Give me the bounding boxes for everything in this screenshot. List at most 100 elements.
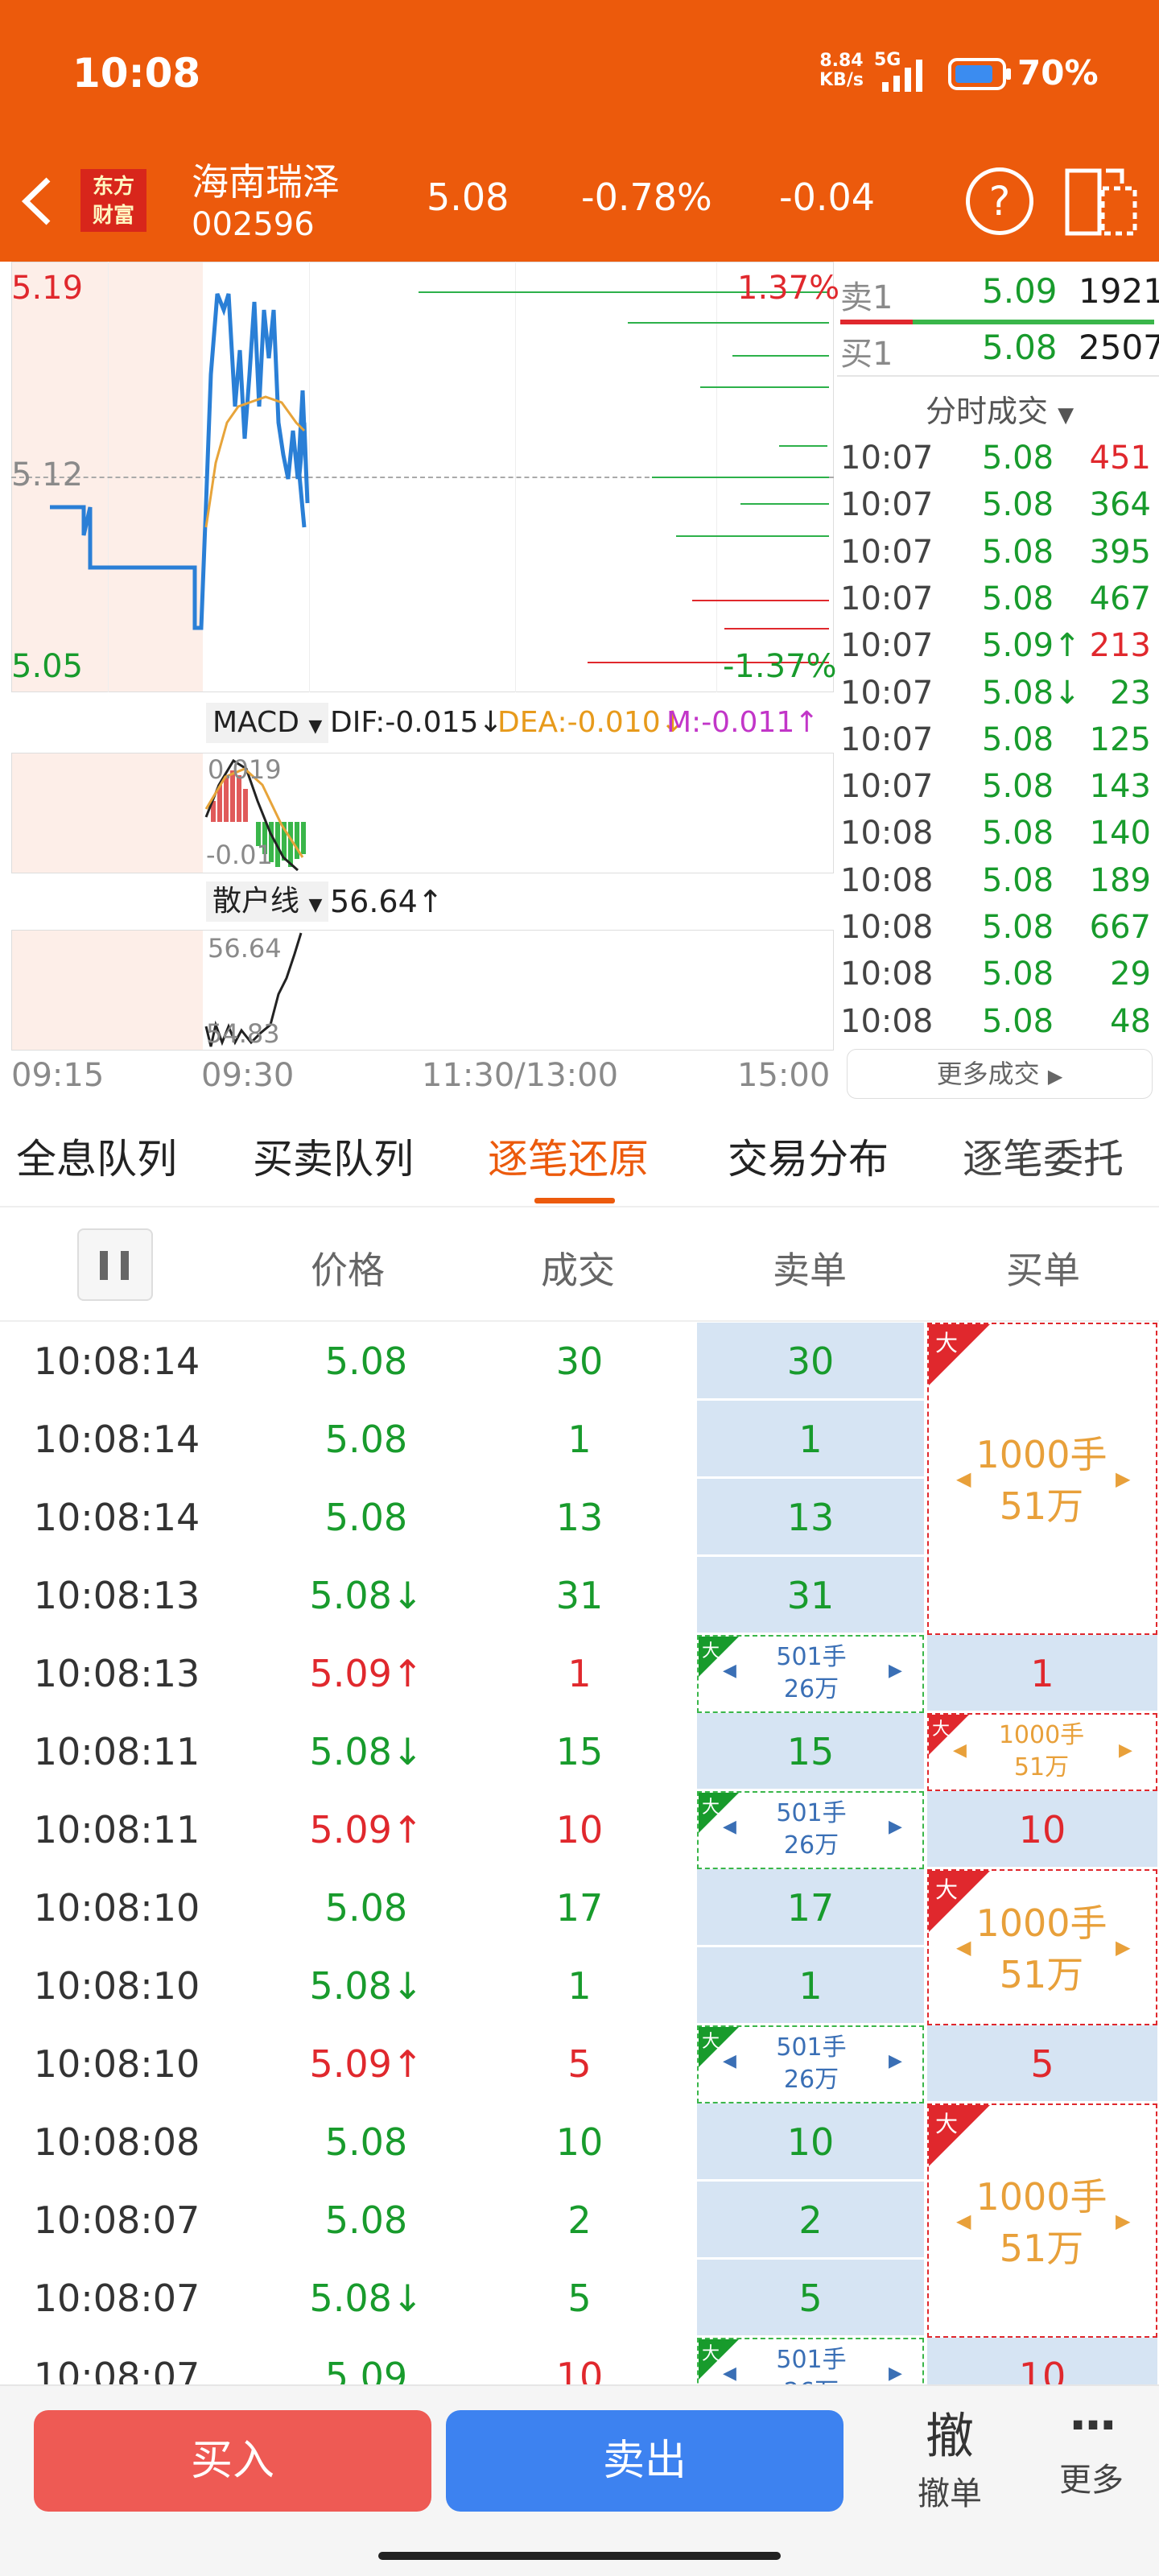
- sell-order-cell[interactable]: 13: [697, 1479, 924, 1557]
- pause-button[interactable]: [77, 1228, 153, 1301]
- sell-order-cell[interactable]: 30: [697, 1323, 924, 1401]
- table-row: 10:08:10 5.09↑ 5 大 ◀ 501手 26万 ▶ 5: [0, 2025, 1159, 2103]
- more-button[interactable]: ··· 更多: [1043, 2397, 1140, 2500]
- chevron-left-icon: ◀: [723, 2363, 736, 2384]
- macd-selector[interactable]: MACD ▼: [206, 703, 329, 743]
- trade-price: 5.09: [324, 2355, 408, 2385]
- chevron-right-icon: ▶: [1119, 1740, 1132, 1761]
- chevron-right-icon: ▶: [1047, 1065, 1063, 1088]
- tab-bid-ask-queue[interactable]: 买卖队列: [253, 1127, 414, 1191]
- big-sell-order[interactable]: 大◀501手26万▶: [697, 1635, 924, 1713]
- trade-time: 10:08:10: [33, 2042, 200, 2086]
- sell-button[interactable]: 卖出: [446, 2410, 843, 2512]
- layout-switch-icon[interactable]: [1064, 164, 1138, 240]
- trade-table: 10:08:14 5.08 30 30 10:08:14 5.08 1 1 10:08:14 5.…: [0, 1323, 1159, 2385]
- table-header: 价格 成交 卖单 买单: [0, 1209, 1159, 1322]
- sell-order-cell[interactable]: 15: [697, 1713, 924, 1791]
- tick-row: 10:07 5.08 395: [837, 529, 1159, 576]
- signal-icon: [881, 58, 932, 97]
- big-buy-order[interactable]: 大 ◀ 1000手 51万 ▶: [927, 2103, 1157, 2338]
- sell-order-volume: 1: [798, 1964, 823, 2008]
- tick-price: 5.08: [982, 909, 1054, 946]
- big-buy-order-compact[interactable]: 大 ◀ 1000手 51万 ▶: [927, 1713, 1157, 1791]
- big-sell-amount: 26万: [783, 2066, 839, 2094]
- tick-time: 10:08: [840, 909, 934, 946]
- big-buy-order-text: 1000手 51万: [969, 2171, 1114, 2274]
- big-sell-order-text: 501手 26万: [739, 2032, 884, 2096]
- buy-order-cell[interactable]: 10: [927, 2338, 1157, 2385]
- tick-volume: 23: [1110, 674, 1151, 712]
- trade-volume: 15: [555, 1730, 604, 1773]
- chevron-right-icon: ▶: [1116, 1468, 1131, 1490]
- buy-order-cell[interactable]: 5: [927, 2025, 1157, 2103]
- m-value: M:-0.011↑: [666, 706, 819, 739]
- sell-order-cell[interactable]: 1: [697, 1947, 924, 2025]
- big-sell-order[interactable]: 大◀501手26万▶: [697, 2025, 924, 2103]
- sell-order-cell[interactable]: 17: [697, 1869, 924, 1947]
- tick-row: 10:07 5.08 364: [837, 481, 1159, 528]
- big-buy-order[interactable]: 大 ◀ 1000手 51万 ▶: [927, 1869, 1157, 2025]
- big-flag-label: 大: [935, 1876, 959, 1903]
- buy-order-cell[interactable]: 1: [927, 1635, 1157, 1713]
- sell-order-cell[interactable]: 1: [697, 1401, 924, 1479]
- more-ticks-button[interactable]: 更多成交 ▶: [847, 1049, 1153, 1099]
- order-book: 卖1 5.09 1921 买1 5.08 2507: [837, 262, 1159, 374]
- macd-selector-label: MACD: [212, 706, 299, 739]
- big-buy-lots: 1000手: [975, 1433, 1107, 1476]
- macd-histogram: [204, 758, 306, 872]
- tab-trade-distribution[interactable]: 交易分布: [728, 1127, 889, 1191]
- trade-volume: 10: [555, 1808, 604, 1852]
- tick-row: 10:07 5.08 125: [837, 716, 1159, 763]
- trade-volume: 31: [555, 1574, 604, 1617]
- tab-full-queue[interactable]: 全息队列: [16, 1127, 177, 1191]
- big-flag-label: 大: [702, 2344, 720, 2364]
- retail-high-label: 56.64: [208, 933, 282, 964]
- chevron-right-icon: ▶: [889, 1817, 902, 1837]
- cancel-order-button[interactable]: 撤 撤单: [901, 2397, 998, 2514]
- more-icon: ···: [1068, 2397, 1117, 2454]
- tick-price: 5.08: [982, 861, 1054, 899]
- buy-order-cell[interactable]: 10: [927, 1791, 1157, 1869]
- trade-price: 5.08↓: [309, 1964, 423, 2008]
- price-line: [50, 293, 310, 630]
- tab-tick-orders[interactable]: 逐笔委托: [963, 1127, 1124, 1191]
- big-sell-order[interactable]: 大◀501手26万▶: [697, 1791, 924, 1869]
- question-icon[interactable]: ?: [966, 167, 1033, 235]
- retail-selector[interactable]: 散户线 ▼: [206, 881, 329, 922]
- tick-volume: 667: [1089, 909, 1151, 946]
- tick-time: 10:07: [840, 627, 934, 665]
- big-sell-order[interactable]: 大◀501手26万▶: [697, 2338, 924, 2385]
- tick-time: 10:07: [840, 768, 934, 806]
- buy-button[interactable]: 买入: [34, 2410, 431, 2512]
- big-buy-amount: 51万: [999, 2226, 1084, 2270]
- trade-time: 10:08:08: [33, 2120, 200, 2164]
- tick-volume: 29: [1110, 956, 1151, 993]
- chevron-left-icon: ◀: [723, 1661, 736, 1681]
- big-buy-order[interactable]: 大 ◀ 1000手 51万 ▶: [927, 1323, 1157, 1635]
- sell-order-volume: 30: [786, 1340, 835, 1383]
- tick-time: 10:08: [840, 1002, 934, 1040]
- tick-row: 10:07 5.08 467: [837, 576, 1159, 622]
- big-buy-order-text: 1000手 51万: [969, 1429, 1114, 1532]
- tick-volume: 451: [1089, 440, 1151, 477]
- trade-volume: 17: [555, 1886, 604, 1930]
- back-icon[interactable]: [18, 173, 58, 233]
- intraday-chart[interactable]: 5.19 5.12 5.05 1.37% -1.37% MACD ▼ DIF:-…: [0, 262, 839, 1107]
- home-indicator: [378, 2552, 781, 2560]
- trade-time: 10:08:14: [33, 1496, 200, 1539]
- ticks-title[interactable]: 分时成交 ▼: [926, 386, 1074, 431]
- big-sell-lots: 501手: [776, 2346, 847, 2374]
- time-label-start: 09:15: [11, 1057, 105, 1094]
- m-text: M:-0.011: [666, 706, 795, 739]
- tick-price: 5.08: [982, 486, 1054, 524]
- current-price: 5.08: [427, 175, 509, 219]
- sell-order-cell[interactable]: 5: [697, 2260, 924, 2338]
- big-buy-amount: 51万: [999, 1484, 1084, 1528]
- sell-order-cell[interactable]: 2: [697, 2182, 924, 2260]
- sell-order-cell[interactable]: 31: [697, 1557, 924, 1635]
- tab-tick-restore[interactable]: 逐笔还原: [488, 1127, 649, 1191]
- sell1-volume: 1921: [1079, 271, 1159, 311]
- header-sell: 卖单: [773, 1249, 847, 1292]
- tick-row: 10:07 5.08 451: [837, 435, 1159, 481]
- sell-order-cell[interactable]: 10: [697, 2103, 924, 2182]
